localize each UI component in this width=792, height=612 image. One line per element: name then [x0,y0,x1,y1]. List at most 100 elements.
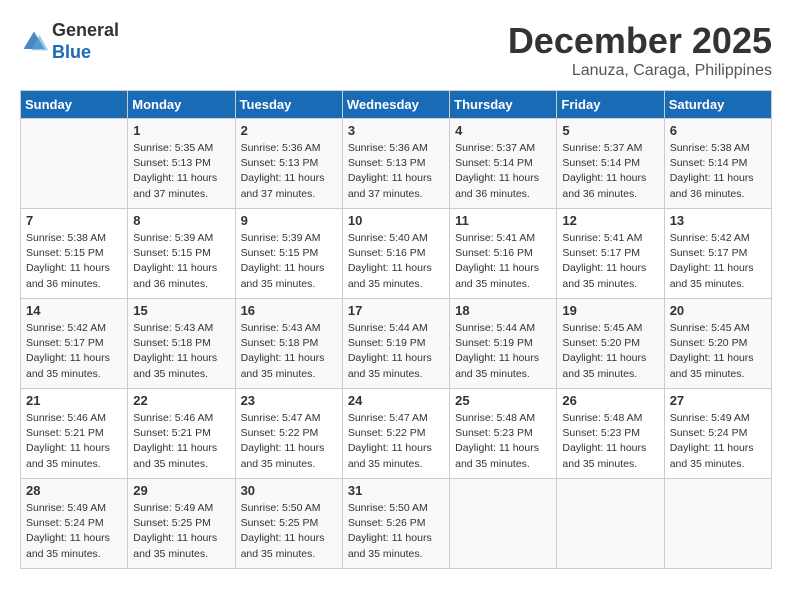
info-line: and 35 minutes. [26,548,101,560]
day-number: 11 [455,213,551,228]
info-line: Daylight: 11 hours [241,352,325,364]
info-line: Daylight: 11 hours [455,352,539,364]
calendar-week-2: 7Sunrise: 5:38 AMSunset: 5:15 PMDaylight… [21,209,772,299]
info-line: Sunset: 5:22 PM [348,427,426,439]
info-line: Sunset: 5:24 PM [670,427,748,439]
day-number: 24 [348,393,444,408]
cell-info: Sunrise: 5:48 AMSunset: 5:23 PMDaylight:… [455,411,551,472]
info-line: Sunset: 5:17 PM [670,247,748,259]
info-line: and 35 minutes. [241,278,316,290]
info-line: Sunrise: 5:44 AM [455,322,535,334]
info-line: and 35 minutes. [348,458,423,470]
info-line: Daylight: 11 hours [455,262,539,274]
table-row: 3Sunrise: 5:36 AMSunset: 5:13 PMDaylight… [342,119,449,209]
info-line: Daylight: 11 hours [455,172,539,184]
info-line: Sunrise: 5:49 AM [670,412,750,424]
day-number: 31 [348,483,444,498]
info-line: Sunset: 5:16 PM [348,247,426,259]
calendar-week-4: 21Sunrise: 5:46 AMSunset: 5:21 PMDayligh… [21,389,772,479]
info-line: Sunrise: 5:43 AM [133,322,213,334]
info-line: Sunset: 5:17 PM [562,247,640,259]
info-line: Sunrise: 5:39 AM [133,232,213,244]
table-row: 1 Sunrise: 5:35 AMSunset: 5:13 PMDaylight… [128,119,235,209]
info-line: Daylight: 11 hours [133,172,217,184]
col-friday: Friday [557,91,664,119]
day-number: 19 [562,303,658,318]
info-line: and 36 minutes. [670,188,745,200]
col-monday: Monday [128,91,235,119]
info-line: Daylight: 11 hours [562,172,646,184]
header-row: Sunday Monday Tuesday Wednesday Thursday… [21,91,772,119]
col-sunday: Sunday [21,91,128,119]
cell-info: Sunrise: 5:43 AMSunset: 5:18 PMDaylight:… [133,321,229,382]
table-row [21,119,128,209]
day-number: 27 [670,393,766,408]
info-line: Sunset: 5:13 PM [133,157,211,169]
cell-info: Sunrise: 5:36 AMSunset: 5:13 PMDaylight:… [348,141,444,202]
info-line: Daylight: 11 hours [562,352,646,364]
info-line: Sunrise: 5:37 AM [455,142,535,154]
info-line: and 35 minutes. [455,458,530,470]
info-line: and 35 minutes. [26,458,101,470]
info-line: Daylight: 11 hours [670,172,754,184]
info-line: Sunset: 5:18 PM [133,337,211,349]
table-row: 12Sunrise: 5:41 AMSunset: 5:17 PMDayligh… [557,209,664,299]
info-line: and 35 minutes. [241,368,316,380]
info-line: Daylight: 11 hours [26,352,110,364]
day-number: 10 [348,213,444,228]
cell-info: Sunrise: 5:38 AMSunset: 5:15 PMDaylight:… [26,231,122,292]
table-row: 6Sunrise: 5:38 AMSunset: 5:14 PMDaylight… [664,119,771,209]
info-line: Sunset: 5:21 PM [26,427,104,439]
info-line: and 35 minutes. [133,368,208,380]
day-number: 22 [133,393,229,408]
info-line: and 35 minutes. [348,548,423,560]
table-row: 15Sunrise: 5:43 AMSunset: 5:18 PMDayligh… [128,299,235,389]
info-line: Daylight: 11 hours [348,442,432,454]
info-line: Daylight: 11 hours [348,352,432,364]
cell-info: Sunrise: 5:42 AM Sunset: 5:17 PM Daylight:… [26,321,122,382]
info-line: Sunset: 5:21 PM [133,427,211,439]
table-row: 23Sunrise: 5:47 AMSunset: 5:22 PMDayligh… [235,389,342,479]
day-number: 28 [26,483,122,498]
info-line: Daylight: 11 hours [133,442,217,454]
col-wednesday: Wednesday [342,91,449,119]
info-line: Sunrise: 5:39 AM [241,232,321,244]
day-number: 17 [348,303,444,318]
info-line: and 37 minutes. [241,188,316,200]
info-line: and 35 minutes. [670,278,745,290]
day-number: 1 [133,123,229,138]
cell-info: Sunrise: 5:47 AMSunset: 5:22 PMDaylight:… [241,411,337,472]
cell-info: Sunrise: 5:39 AM Sunset: 5:15 PM Daylight:… [241,231,337,292]
info-line: and 35 minutes. [348,368,423,380]
calendar-header: Sunday Monday Tuesday Wednesday Thursday… [21,91,772,119]
day-number: 14 [26,303,122,318]
info-line: Daylight: 11 hours [241,262,325,274]
info-line: Sunset: 5:17 PM [26,337,104,349]
cell-info: Sunrise: 5:43 AMSunset: 5:18 PMDaylight:… [241,321,337,382]
info-line: Sunset: 5:15 PM [133,247,211,259]
info-line: Sunrise: 5:42 AM [26,322,106,334]
info-line: Daylight: 11 hours [26,532,110,544]
info-line: Sunset: 5:13 PM [241,157,319,169]
cell-info: Sunrise: 5:41 AMSunset: 5:16 PMDaylight:… [455,231,551,292]
info-line: Sunrise: 5:47 AM [348,412,428,424]
table-row: 9Sunrise: 5:39 AMSunset: 5:15 PMDaylight… [235,209,342,299]
info-line: Sunrise: 5:42 AM [670,232,750,244]
cell-info: Sunrise: 5:37 AMSunset: 5:14 PMDaylight:… [562,141,658,202]
info-line: Sunrise: 5:43 AM [241,322,321,334]
info-line: Sunrise: 5:50 AM [348,502,428,514]
info-line: and 35 minutes. [133,458,208,470]
info-line: Sunrise: 5:41 AM [562,232,642,244]
cell-info: Sunrise: 5:45 AMSunset: 5:20 PMDaylight:… [670,321,766,382]
info-line: and 36 minutes. [26,278,101,290]
logo-text: General Blue [52,20,119,63]
day-number: 5 [562,123,658,138]
info-line: and 35 minutes. [26,368,101,380]
cell-info: Sunrise: 5:47 AM Sunset: 5:22 PM Daylight:… [348,411,444,472]
month-title: December 2025 [508,20,772,62]
cell-info: Sunrise: 5:35 AMSunset: 5:13 PMDaylight:… [133,141,229,202]
day-number: 29 [133,483,229,498]
info-line: Sunset: 5:16 PM [455,247,533,259]
info-line: Sunrise: 5:38 AM [26,232,106,244]
info-line: Sunset: 5:15 PM [241,247,319,259]
